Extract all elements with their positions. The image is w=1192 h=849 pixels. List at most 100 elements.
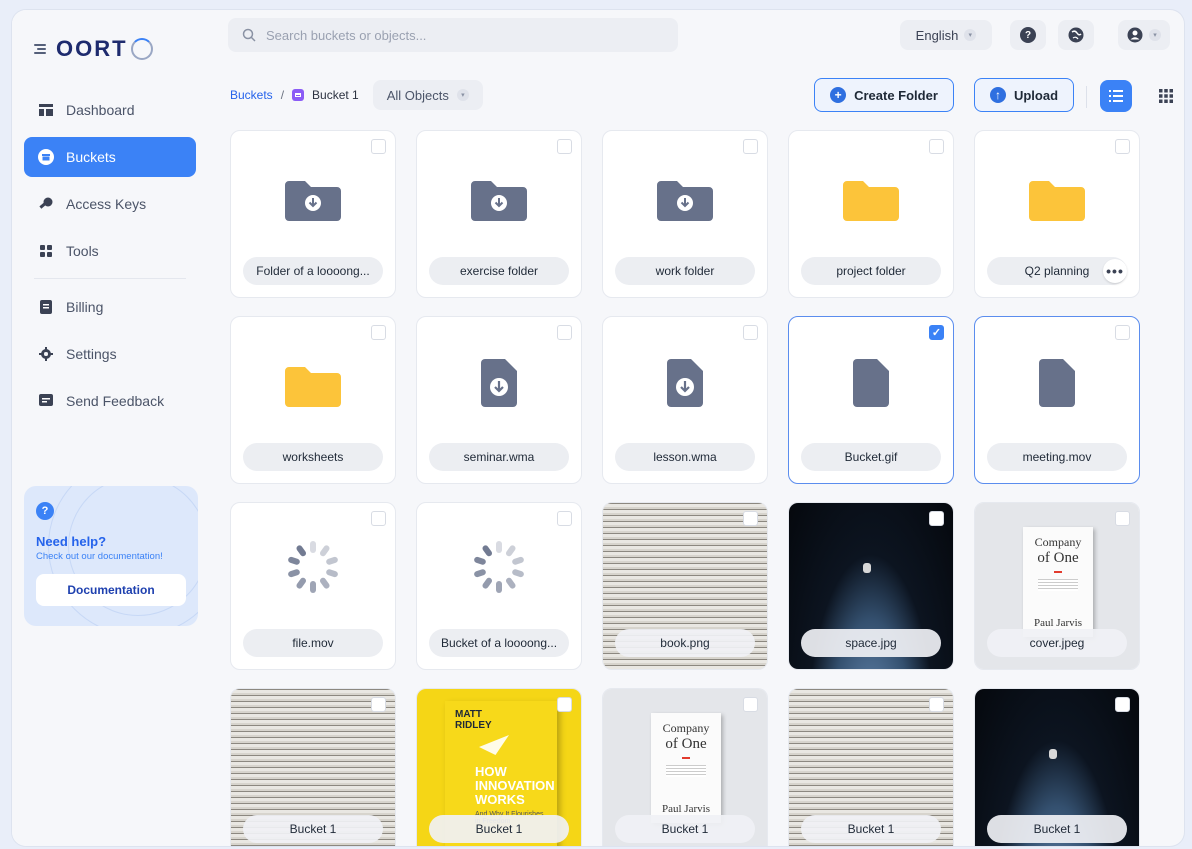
language-select[interactable]: English ▾	[900, 20, 992, 50]
select-checkbox[interactable]	[557, 325, 572, 340]
sidebar-item-label: Send Feedback	[66, 393, 165, 409]
object-card[interactable]: Company of One Paul Jarvis cover.jpeg	[974, 502, 1140, 670]
breadcrumb-separator: /	[280, 88, 285, 102]
object-grid: Folder of a loooong... exercise folder wor…	[230, 130, 1184, 846]
sidebar-item-billing[interactable]: Billing	[24, 287, 196, 327]
select-checkbox[interactable]	[929, 511, 944, 526]
documentation-button[interactable]: Documentation	[36, 574, 186, 606]
object-name: Bucket 1	[429, 815, 569, 843]
object-card[interactable]: Bucket 1	[230, 688, 396, 846]
sidebar-item-label: Dashboard	[66, 102, 135, 118]
object-name: worksheets	[243, 443, 383, 471]
more-options-button[interactable]: •••	[1103, 259, 1127, 283]
object-card[interactable]: Bucket 1	[788, 688, 954, 846]
select-checkbox[interactable]	[929, 697, 944, 712]
select-checkbox[interactable]	[371, 511, 386, 526]
object-card[interactable]: worksheets	[230, 316, 396, 484]
dashboard-icon	[38, 102, 54, 118]
list-icon	[1109, 90, 1123, 102]
sidebar-item-access-keys[interactable]: Access Keys	[24, 184, 196, 224]
object-icon	[417, 537, 581, 597]
object-card[interactable]: meeting.mov	[974, 316, 1140, 484]
object-card[interactable]: exercise folder	[416, 130, 582, 298]
book-subtitle-lines	[666, 765, 706, 777]
object-card[interactable]: Bucket of a loooong...	[416, 502, 582, 670]
object-card[interactable]: lesson.wma	[602, 316, 768, 484]
sidebar-item-label: Settings	[66, 346, 117, 362]
object-icon	[231, 365, 395, 407]
grid-view-button[interactable]	[1152, 82, 1180, 110]
object-name: Bucket 1	[615, 815, 755, 843]
select-checkbox[interactable]	[371, 139, 386, 154]
network-button[interactable]	[1058, 20, 1094, 50]
object-card[interactable]: Folder of a loooong...	[230, 130, 396, 298]
sidebar-item-settings[interactable]: Settings	[24, 334, 196, 374]
select-checkbox[interactable]	[371, 325, 386, 340]
object-card[interactable]: ✓ Bucket.gif	[788, 316, 954, 484]
object-card[interactable]: Company of One Paul Jarvis Bucket 1	[602, 688, 768, 846]
sidebar-item-dashboard[interactable]: Dashboard	[24, 90, 196, 130]
object-filter-select[interactable]: All Objects ▾	[372, 80, 483, 110]
select-checkbox[interactable]	[1115, 139, 1130, 154]
sidebar-item-label: Buckets	[66, 149, 116, 165]
breadcrumb-root-link[interactable]: Buckets	[230, 88, 273, 102]
select-checkbox[interactable]	[1115, 325, 1130, 340]
upload-button[interactable]: ↑ Upload	[974, 78, 1074, 112]
chevron-down-icon: ▾	[1149, 29, 1161, 41]
select-checkbox[interactable]	[743, 511, 758, 526]
folder-download-icon	[285, 181, 341, 221]
select-checkbox[interactable]	[929, 139, 944, 154]
object-card[interactable]: seminar.wma	[416, 316, 582, 484]
object-card[interactable]: book.png	[602, 502, 768, 670]
sidebar: OORT Dashboard Buckets Access Keys Tools…	[12, 10, 208, 846]
select-checkbox[interactable]	[743, 697, 758, 712]
sidebar-item-send-feedback[interactable]: Send Feedback	[24, 381, 196, 421]
sidebar-item-tools[interactable]: Tools	[24, 231, 196, 271]
select-checkbox[interactable]	[557, 139, 572, 154]
logo[interactable]: OORT	[34, 36, 153, 62]
sidebar-item-buckets[interactable]: Buckets	[24, 137, 196, 177]
select-checkbox[interactable]	[743, 325, 758, 340]
search-icon	[242, 28, 256, 42]
breadcrumb: Buckets / Bucket 1 All Objects ▾	[230, 80, 483, 110]
language-label: English	[915, 27, 959, 43]
object-icon	[789, 179, 953, 221]
file-icon	[853, 359, 889, 407]
select-checkbox[interactable]	[1115, 511, 1130, 526]
create-folder-button[interactable]: + Create Folder	[814, 78, 954, 112]
object-card[interactable]: work folder	[602, 130, 768, 298]
select-checkbox[interactable]	[1115, 697, 1130, 712]
select-checkbox[interactable]	[557, 697, 572, 712]
menu-icon[interactable]	[34, 44, 46, 54]
book-author: Paul Jarvis	[1034, 617, 1082, 629]
select-checkbox[interactable]: ✓	[929, 325, 944, 340]
object-name: lesson.wma	[615, 443, 755, 471]
help-button[interactable]: ?	[1010, 20, 1046, 50]
object-card[interactable]: project folder	[788, 130, 954, 298]
search-bar[interactable]	[228, 18, 678, 52]
object-name: book.png	[615, 629, 755, 657]
help-card: ? Need help? Check out our documentation…	[24, 486, 198, 626]
object-card[interactable]: Bucket 1	[974, 688, 1140, 846]
user-menu[interactable]: ▾	[1118, 20, 1170, 50]
select-checkbox[interactable]	[557, 511, 572, 526]
select-checkbox[interactable]	[743, 139, 758, 154]
object-name: meeting.mov	[987, 443, 1127, 471]
upload-icon: ↑	[989, 87, 1006, 103]
search-input[interactable]	[266, 27, 646, 43]
list-view-button[interactable]	[1100, 80, 1132, 112]
book-cover: Company of One Paul Jarvis	[651, 713, 721, 823]
object-card[interactable]: Q2 planning •••	[974, 130, 1140, 298]
select-checkbox[interactable]	[371, 697, 386, 712]
object-name: Folder of a loooong...	[243, 257, 383, 285]
file-icon	[1039, 359, 1075, 407]
book-title: HOW INNOVATION WORKS	[475, 764, 555, 807]
upload-label: Upload	[1013, 87, 1059, 103]
object-icon	[417, 359, 581, 407]
object-card[interactable]: MATTRIDLEYHOWINNOVATIONWORKSAnd Why It F…	[416, 688, 582, 846]
folder-download-icon	[471, 181, 527, 221]
bucket-icon	[38, 149, 54, 165]
astronaut-image	[863, 563, 871, 573]
object-card[interactable]: space.jpg	[788, 502, 954, 670]
object-card[interactable]: file.mov	[230, 502, 396, 670]
